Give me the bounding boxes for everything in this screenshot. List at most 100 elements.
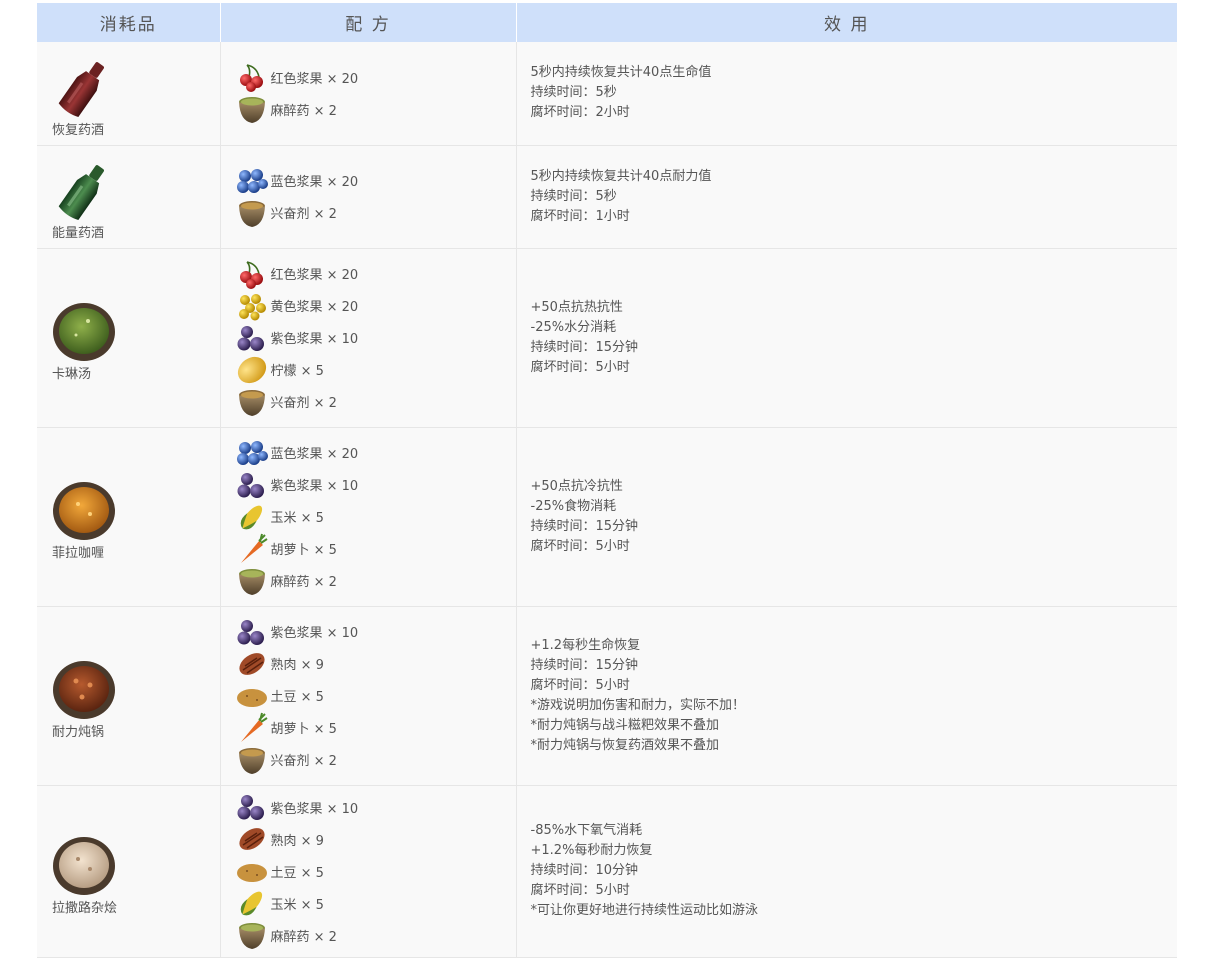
effect-line: 腐坏时间：5小时 (530, 883, 630, 898)
effect-line: 持续时间：15分钟 (530, 339, 639, 355)
effect-line: +1.2%每秒耐力恢复 (530, 843, 653, 858)
item-cell: 恢复药酒 (37, 42, 221, 146)
effect-line: -85%水下氧气消耗 (530, 823, 643, 838)
blue-berry-icon (236, 168, 268, 193)
ingredient-label: 玉米 × 5 (270, 511, 324, 526)
effect-line: -25%食物消耗 (530, 498, 617, 514)
effect-line: *可让你更好地进行持续性运动比如游泳 (530, 903, 759, 918)
item-cell: 菲拉咖喱 (37, 427, 221, 607)
ingredient-label: 熟肉 × 9 (270, 833, 324, 849)
consumables-table: 消耗品 配 方 效 用 恢复药酒 红色浆果 × 20 麻醉药 × 2 5秒内持续… (37, 3, 1177, 958)
ingredient-label: 土豆 × 5 (270, 865, 324, 881)
item-name: 拉撒路杂烩 (52, 900, 118, 916)
lemon-icon (237, 356, 266, 383)
ingredient-label: 蓝色浆果 × 20 (270, 175, 359, 190)
green-potion-bottle-icon (58, 165, 104, 221)
effect-line: 持续时间：15分钟 (530, 657, 639, 673)
narcotic-bowl-icon (238, 568, 265, 595)
effect-line: 5秒内持续恢复共计40点耐力值 (530, 168, 712, 184)
item-cell: 能量药酒 (37, 145, 221, 249)
narcotic-bowl-icon (238, 97, 265, 124)
yellow-berry-icon (238, 293, 266, 320)
item-name: 卡琳汤 (52, 367, 92, 382)
recipe-cell: 红色浆果 × 20 麻醉药 × 2 (220, 42, 517, 146)
ingredient: 胡萝卜 × 5 (221, 712, 516, 744)
effect-line: 持续时间：5秒 (530, 188, 617, 204)
ingredient: 蓝色浆果 × 20 (221, 437, 516, 469)
ingredient: 柠檬 × 5 (221, 354, 516, 386)
ingredient: 土豆 × 5 (221, 855, 516, 887)
recipe-cell: 紫色浆果 × 10 熟肉 × 9 土豆 × 5 (220, 606, 517, 786)
ingredient-label: 麻醉药 × 2 (270, 575, 337, 590)
cooked-meat-icon (238, 652, 265, 675)
item-name: 菲拉咖喱 (52, 546, 105, 561)
table-row: 拉撒路杂烩 紫色浆果 × 10 熟肉 × 9 土豆 × 5 玉米 × 5 麻醉药… (37, 785, 1177, 958)
item-cell: 耐力炖锅 (37, 606, 221, 786)
header-recipe: 配 方 (220, 3, 517, 42)
stimulant-bowl-icon (238, 389, 265, 416)
ingredient: 红色浆果 × 20 (221, 258, 516, 290)
ingredient: 麻醉药 × 2 (221, 919, 516, 951)
ingredient-label: 土豆 × 5 (270, 690, 324, 705)
ingredient-label: 熟肉 × 9 (270, 658, 324, 673)
effect-line: 腐坏时间：5小时 (530, 538, 630, 554)
carrot-icon (240, 712, 268, 742)
ingredient: 兴奋剂 × 2 (221, 386, 516, 418)
effect-line: +50点抗冷抗性 (530, 478, 623, 494)
effect-cell: +50点抗冷抗性 -25%食物消耗 持续时间：15分钟 腐坏时间：5小时 (516, 427, 1177, 607)
recipe-cell: 紫色浆果 × 10 熟肉 × 9 土豆 × 5 (220, 785, 517, 958)
effect-line: *耐力炖锅与战斗糍粑效果不叠加 (530, 717, 720, 733)
effect-cell: +1.2每秒生命恢复 持续时间：15分钟 腐坏时间：5小时 *游戏说明加伤害和耐… (516, 606, 1177, 786)
effect-line: 腐坏时间：1小时 (530, 208, 630, 224)
curry-bowl-icon (53, 482, 115, 540)
chowder-bowl-icon (53, 836, 115, 895)
ingredient-label: 兴奋剂 × 2 (270, 207, 337, 222)
ingredient: 熟肉 × 9 (221, 648, 516, 680)
item-name: 恢复药酒 (52, 122, 105, 138)
ingredient-label: 兴奋剂 × 2 (270, 396, 337, 411)
corn-icon (240, 891, 262, 916)
effect-line: -25%水分消耗 (530, 319, 617, 335)
green-soup-bowl-icon (53, 303, 115, 361)
effect-line: 持续时间：5秒 (530, 85, 617, 101)
ingredient: 玉米 × 5 (221, 501, 516, 533)
ingredient: 紫色浆果 × 10 (221, 469, 516, 501)
table-row: 菲拉咖喱 蓝色浆果 × 20 紫色浆果 × 10 玉米 × 5 胡萝卜 × 5 … (37, 427, 1177, 607)
recipe-cell: 蓝色浆果 × 20 兴奋剂 × 2 (220, 145, 517, 249)
ingredient: 玉米 × 5 (221, 887, 516, 919)
table-header-row: 消耗品 配 方 效 用 (37, 3, 1177, 42)
ingredient-label: 红色浆果 × 20 (270, 268, 359, 283)
effect-line: 持续时间：15分钟 (530, 518, 639, 534)
table-row: 卡琳汤 红色浆果 × 20 黄色浆果 × 20 紫色浆果 × 10 柠檬 × 5… (37, 248, 1177, 428)
ingredient: 兴奋剂 × 2 (221, 744, 516, 776)
ingredient: 红色浆果 × 20 (221, 61, 516, 93)
ingredient: 胡萝卜 × 5 (221, 533, 516, 565)
carrot-icon (240, 533, 268, 563)
stimulant-bowl-icon (238, 747, 265, 774)
cooked-meat-icon (238, 828, 265, 850)
ingredient: 土豆 × 5 (221, 680, 516, 712)
effect-line: 腐坏时间：2小时 (530, 105, 630, 121)
ingredient-label: 麻醉药 × 2 (270, 929, 337, 945)
effect-line: +50点抗热抗性 (530, 299, 623, 315)
ingredient: 紫色浆果 × 10 (221, 616, 516, 648)
stew-bowl-icon (53, 661, 115, 719)
effect-line: +1.2每秒生命恢复 (530, 637, 641, 653)
ingredient: 紫色浆果 × 10 (221, 322, 516, 354)
ingredient-label: 红色浆果 × 20 (270, 71, 359, 87)
item-name: 耐力炖锅 (52, 725, 105, 740)
effect-line: *耐力炖锅与恢复药酒效果不叠加 (530, 737, 720, 753)
blue-berry-icon (236, 440, 268, 465)
red-berry-icon (239, 64, 263, 93)
purple-berry-icon (237, 472, 264, 498)
table-row: 耐力炖锅 紫色浆果 × 10 熟肉 × 9 土豆 × 5 胡萝卜 × 5 兴奋剂… (37, 606, 1177, 786)
effect-line: 持续时间：10分钟 (530, 863, 639, 878)
red-berry-icon (239, 260, 263, 289)
effect-cell: 5秒内持续恢复共计40点生命值 持续时间：5秒 腐坏时间：2小时 (516, 42, 1177, 146)
effect-cell: 5秒内持续恢复共计40点耐力值 持续时间：5秒 腐坏时间：1小时 (516, 145, 1177, 249)
ingredient-label: 黄色浆果 × 20 (270, 300, 359, 315)
recipe-cell: 红色浆果 × 20 黄色浆果 × 20 紫色浆果 × 10 柠檬 × 5 兴奋剂… (220, 248, 517, 428)
ingredient-label: 紫色浆果 × 10 (270, 332, 359, 347)
ingredient-label: 玉米 × 5 (270, 897, 324, 913)
effect-line: *游戏说明加伤害和耐力，实际不加！ (530, 697, 746, 713)
